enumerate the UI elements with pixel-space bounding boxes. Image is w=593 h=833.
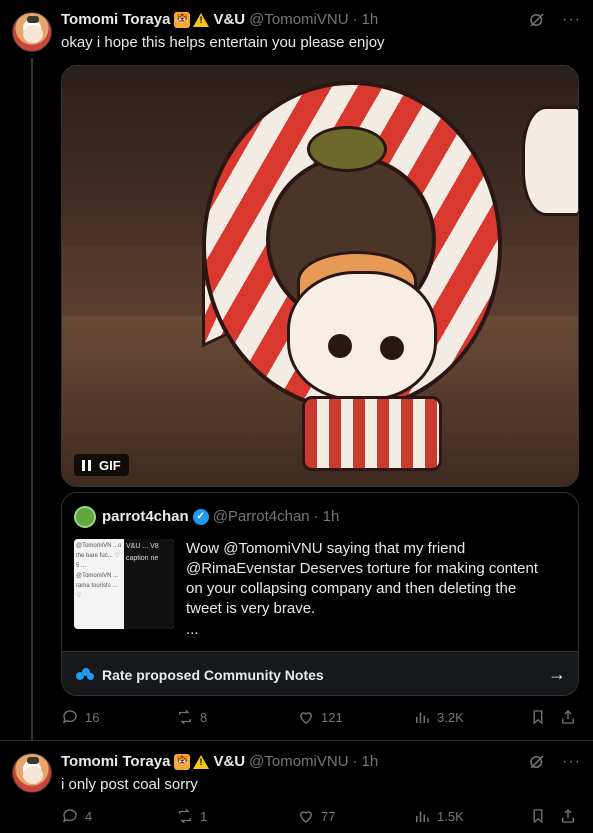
tweet[interactable]: Tomomi Toraya 🐯 V&U @TomomiVNU · 1h ··· …	[0, 0, 593, 740]
repost-button[interactable]: 1	[176, 807, 207, 825]
views-icon	[416, 811, 429, 822]
gif-label: GIF	[99, 457, 121, 473]
reply-icon	[62, 809, 77, 823]
repost-icon	[179, 709, 191, 725]
author-name[interactable]: Tomomi Toraya	[61, 11, 170, 28]
author-handle[interactable]: @TomomiVNU	[249, 11, 348, 28]
character-legs	[302, 396, 442, 471]
quote-timestamp[interactable]: 1h	[323, 508, 340, 525]
tweet-top-actions: ···	[528, 11, 581, 29]
tweet-actions: 16 8 121 3.2K	[61, 708, 581, 728]
views-count: 1.5K	[437, 808, 464, 824]
candy-bow	[307, 126, 387, 172]
like-count: 121	[321, 709, 343, 725]
candy-wrapper-right	[522, 106, 578, 216]
thumbnail-right-text: V&U ... V8 caption ne	[124, 539, 174, 629]
tweet-text: okay i hope this helps entertain you ple…	[61, 34, 385, 51]
quote-author-name[interactable]: parrot4chan	[102, 508, 189, 525]
thumbnail-left-text: @TomomiVN ...o the bare fuc... ♡ 5 ... @…	[74, 539, 124, 629]
repost-button[interactable]: 8	[176, 708, 207, 726]
warning-emoji-icon	[193, 754, 210, 769]
gif-control[interactable]: GIF	[74, 454, 129, 476]
avatar[interactable]	[12, 753, 52, 793]
timestamp[interactable]: 1h	[362, 753, 379, 770]
repost-icon	[179, 808, 191, 824]
author-handle[interactable]: @TomomiVNU	[249, 753, 348, 770]
views-icon	[416, 712, 429, 723]
tiger-emoji-icon: 🐯	[174, 11, 191, 28]
quoted-tweet[interactable]: parrot4chan ✓ @Parrot4chan · 1h @TomomiV…	[61, 492, 579, 696]
avatar[interactable]	[12, 12, 52, 52]
quote-text: Wow @TomomiVNU saying that my friend @Ri…	[186, 540, 539, 617]
quote-avatar[interactable]	[74, 506, 96, 528]
community-notes-label[interactable]: Rate proposed Community Notes	[102, 667, 324, 683]
warning-emoji-icon	[193, 12, 210, 27]
like-icon	[300, 712, 312, 724]
tweet-media-gif[interactable]: GIF	[61, 65, 579, 487]
thread-line	[31, 58, 33, 740]
quote-header: parrot4chan ✓ @Parrot4chan · 1h	[102, 508, 339, 525]
repost-count: 8	[200, 709, 208, 725]
reply-button[interactable]: 4	[61, 807, 92, 825]
bookmark-button[interactable]	[529, 708, 547, 726]
people-icon	[76, 667, 94, 682]
bookmark-icon	[533, 710, 543, 725]
share-icon	[562, 710, 574, 724]
tweet-actions: 4 1 77 1.5K	[61, 807, 581, 827]
reply-count: 16	[85, 709, 100, 725]
more-icon[interactable]: ···	[562, 753, 581, 771]
author-org: V&U	[213, 11, 246, 28]
reply-icon	[62, 710, 77, 724]
verified-icon: ✓	[192, 508, 209, 525]
bookmark-button[interactable]	[529, 807, 547, 825]
pause-icon[interactable]	[82, 459, 91, 471]
views-button[interactable]: 3.2K	[413, 708, 464, 726]
share-button[interactable]	[559, 708, 577, 726]
grok-icon[interactable]	[528, 753, 546, 771]
repost-count: 1	[200, 808, 208, 824]
views-count: 3.2K	[437, 709, 464, 725]
tweet-top-actions: ···	[528, 753, 581, 771]
separator-dot: ·	[313, 508, 319, 525]
reply-count: 4	[85, 808, 93, 824]
bookmark-icon	[533, 809, 543, 824]
like-button[interactable]: 121	[297, 708, 343, 726]
like-icon	[300, 811, 312, 823]
grok-icon[interactable]	[528, 11, 546, 29]
share-icon	[562, 809, 574, 823]
tiger-emoji-icon: 🐯	[174, 753, 191, 770]
quote-author-handle[interactable]: @Parrot4chan	[213, 508, 310, 525]
author-org: V&U	[213, 753, 246, 770]
reply-button[interactable]: 16	[61, 708, 99, 726]
arrow-right-icon[interactable]: →	[548, 664, 566, 685]
character-face	[287, 271, 437, 401]
author-name[interactable]: Tomomi Toraya	[61, 753, 170, 770]
tweet-header: Tomomi Toraya 🐯 V&U @TomomiVNU · 1h	[61, 753, 378, 770]
tweet[interactable]: Tomomi Toraya 🐯 V&U @TomomiVNU · 1h ··· …	[0, 740, 593, 833]
quote-more: ...	[186, 621, 199, 638]
views-button[interactable]: 1.5K	[413, 807, 464, 825]
tweet-header: Tomomi Toraya 🐯 V&U @TomomiVNU · 1h	[61, 11, 378, 28]
community-notes-bar[interactable]: Rate proposed Community Notes →	[62, 651, 578, 695]
tweet-text: i only post coal sorry	[61, 776, 198, 793]
quote-thumbnail[interactable]: @TomomiVN ...o the bare fuc... ♡ 5 ... @…	[74, 539, 174, 629]
share-button[interactable]	[559, 807, 577, 825]
like-count: 77	[321, 808, 336, 824]
more-icon[interactable]: ···	[562, 11, 581, 29]
separator-dot: ·	[352, 753, 358, 770]
timestamp[interactable]: 1h	[362, 11, 379, 28]
separator-dot: ·	[352, 11, 358, 28]
like-button[interactable]: 77	[297, 807, 335, 825]
